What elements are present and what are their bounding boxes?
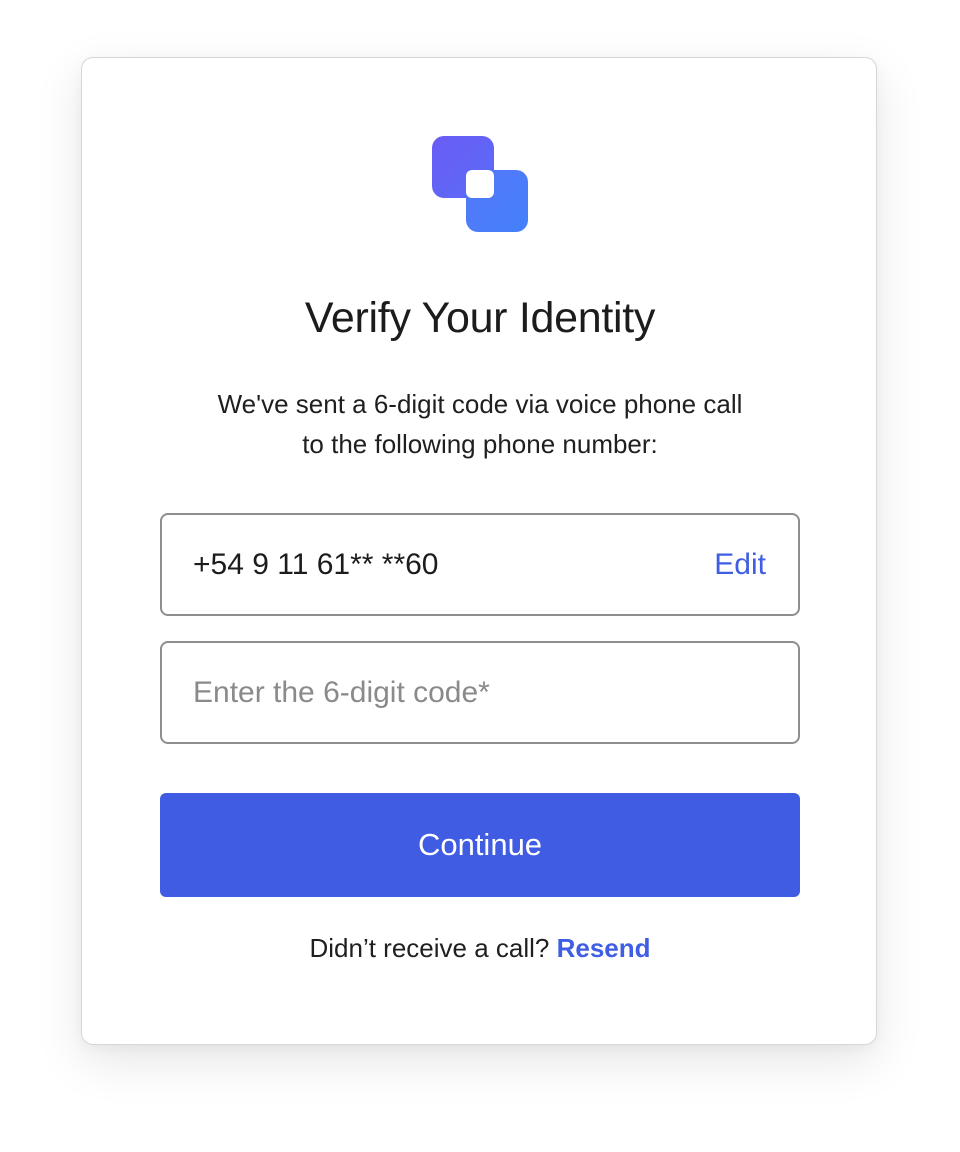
- phone-number-field: +54 9 11 61** **60 Edit: [160, 513, 800, 616]
- phone-number-value: +54 9 11 61** **60: [193, 548, 439, 581]
- page-title: Verify Your Identity: [304, 294, 656, 342]
- instruction-line-2: to the following phone number:: [302, 429, 658, 459]
- verification-card: Verify Your Identity We've sent a 6-digi…: [81, 57, 877, 1045]
- edit-phone-button[interactable]: Edit: [714, 515, 766, 614]
- resend-row: Didn’t receive a call? Resend: [82, 928, 878, 968]
- continue-button[interactable]: Continue: [160, 793, 800, 897]
- verification-code-input[interactable]: [160, 641, 800, 744]
- resend-prompt: Didn’t receive a call?: [309, 933, 557, 963]
- resend-link[interactable]: Resend: [557, 933, 651, 963]
- instruction-line-1: We've sent a 6-digit code via voice phon…: [217, 389, 743, 419]
- brand-logo-icon: [432, 136, 528, 232]
- instruction-text: We've sent a 6-digit code via voice phon…: [160, 384, 800, 464]
